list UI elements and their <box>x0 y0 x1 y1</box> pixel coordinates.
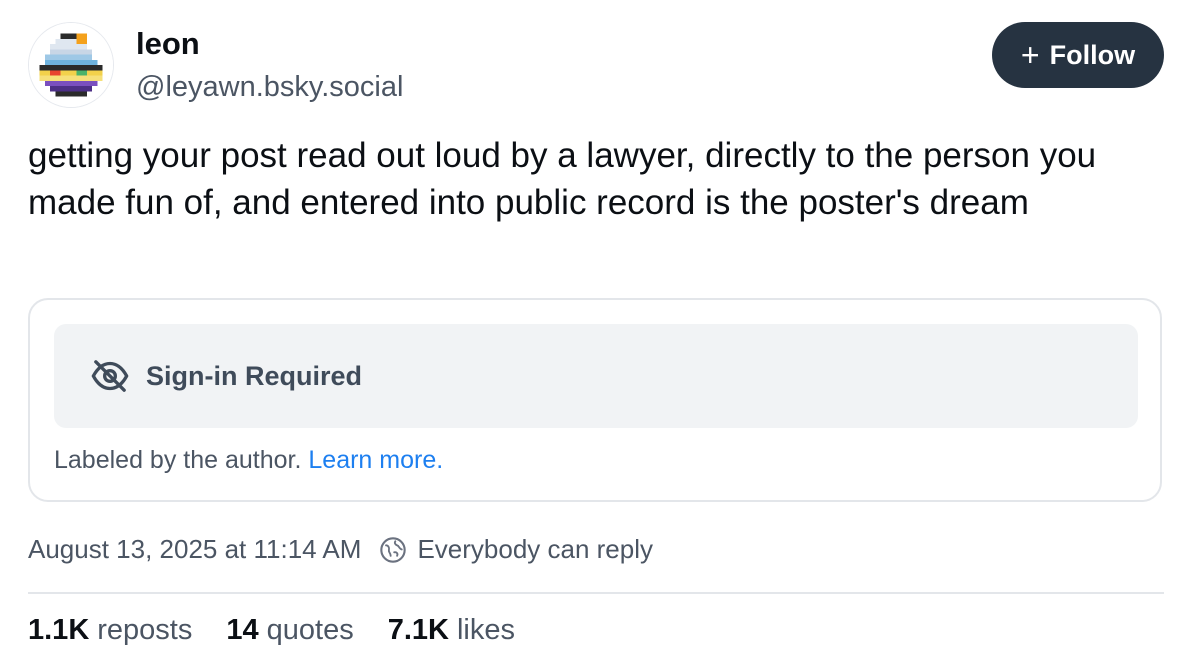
content-label-card: Sign-in Required Labeled by the author. … <box>28 298 1162 502</box>
reposts-stat[interactable]: 1.1K reposts <box>28 614 192 647</box>
author-handle[interactable]: @leyawn.bsky.social <box>136 70 403 104</box>
reposts-count: 1.1K <box>28 614 90 646</box>
content-warning-text: Sign-in Required <box>146 360 362 391</box>
post-text: getting your post read out loud by a law… <box>28 136 1097 222</box>
follow-button-label: Follow <box>1049 39 1136 70</box>
post-card: leon @leyawn.bsky.social + Follow gettin… <box>0 0 1190 666</box>
eye-off-icon <box>91 360 129 392</box>
follow-button[interactable]: + Follow <box>992 22 1164 88</box>
quotes-label: quotes <box>266 614 354 646</box>
plus-icon: + <box>1020 37 1040 73</box>
post-stats: 1.1K reposts 14 quotes 7.1K likes <box>28 614 549 647</box>
likes-label: likes <box>456 614 515 646</box>
quotes-count: 14 <box>226 614 259 646</box>
post-meta: August 13, 2025 at 11:14 AM Everybody ca… <box>28 534 653 565</box>
reposts-label: reposts <box>97 614 193 646</box>
author-avatar[interactable] <box>28 22 114 108</box>
label-note: Labeled by the author. Learn more. <box>54 446 443 475</box>
post-timestamp[interactable]: August 13, 2025 at 11:14 AM <box>28 534 361 565</box>
learn-more-link[interactable]: Learn more. <box>308 446 443 474</box>
earth-icon <box>380 536 407 563</box>
content-warning-toggle[interactable]: Sign-in Required <box>54 324 1138 428</box>
likes-count: 7.1K <box>387 614 449 646</box>
label-note-text: Labeled by the author. <box>54 446 302 474</box>
quotes-stat[interactable]: 14 quotes <box>226 614 353 647</box>
likes-stat[interactable]: 7.1K likes <box>388 614 515 647</box>
divider <box>28 592 1164 594</box>
author-display-name[interactable]: leon <box>136 26 200 62</box>
reply-setting[interactable]: Everybody can reply <box>417 534 653 565</box>
pixel-art-avatar-icon <box>29 23 113 107</box>
